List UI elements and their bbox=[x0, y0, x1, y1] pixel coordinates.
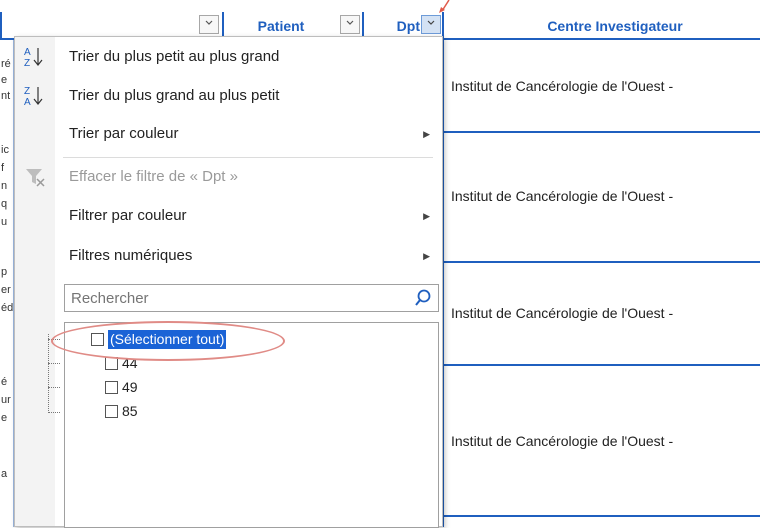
cell-fragment: ré bbox=[1, 58, 11, 70]
centre-cell[interactable]: Institut de Cancérologie de l'Ouest - bbox=[451, 188, 673, 204]
centre-cell[interactable]: Institut de Cancérologie de l'Ouest - bbox=[451, 433, 673, 449]
chevron-down-icon bbox=[346, 20, 354, 25]
cell-fragment: nt bbox=[1, 90, 11, 102]
submenu-arrow-icon: ▶ bbox=[423, 211, 430, 221]
clear-filter-label: Effacer le filtre de « Dpt » bbox=[69, 168, 238, 185]
submenu-arrow-icon: ▶ bbox=[423, 129, 430, 139]
magnifier-icon[interactable] bbox=[414, 289, 432, 307]
sort-descending-label: Trier du plus grand au plus petit bbox=[69, 87, 280, 104]
cell-fragment: a bbox=[1, 468, 8, 480]
row-divider bbox=[440, 131, 760, 133]
sort-by-color-item[interactable]: Trier par couleur ▶ bbox=[15, 119, 442, 149]
value-checkbox[interactable] bbox=[105, 381, 118, 394]
menu-separator bbox=[63, 157, 433, 158]
cell-fragment: e bbox=[1, 74, 8, 86]
centre-cell[interactable]: Institut de Cancérologie de l'Ouest - bbox=[451, 305, 673, 321]
cell-fragment: er bbox=[1, 284, 11, 296]
centre-cell[interactable]: Institut de Cancérologie de l'Ouest - bbox=[451, 78, 673, 94]
sort-ascending-label: Trier du plus petit au plus grand bbox=[69, 48, 280, 65]
svg-text:A: A bbox=[24, 97, 31, 108]
chevron-down-icon bbox=[427, 20, 435, 25]
dpt-filter-button[interactable] bbox=[421, 15, 441, 34]
tree-connector bbox=[48, 363, 60, 364]
chevron-down-icon bbox=[205, 20, 213, 25]
svg-text:Z: Z bbox=[24, 58, 30, 69]
cell-fragment: ur bbox=[1, 394, 11, 406]
sort-descending-item[interactable]: Z A Trier du plus grand au plus petit bbox=[15, 81, 442, 111]
tree-connector bbox=[48, 334, 49, 413]
autofilter-dropdown-panel: A Z Trier du plus petit au plus grand Z … bbox=[14, 36, 443, 528]
red-arrow-icon bbox=[439, 0, 450, 13]
cell-fragment: é bbox=[1, 376, 8, 388]
cell-fragment: éd bbox=[1, 302, 14, 314]
highlight-annotation bbox=[51, 321, 285, 361]
filter-by-color-label: Filtrer par couleur bbox=[69, 207, 187, 224]
clear-filter-icon bbox=[26, 169, 45, 187]
submenu-arrow-icon: ▶ bbox=[423, 251, 430, 261]
patient-filter-button[interactable] bbox=[340, 15, 360, 34]
column-header-row: Patient Dpt Centre Investigateur bbox=[0, 0, 760, 40]
cell-fragment: e bbox=[1, 412, 8, 424]
numeric-filters-item[interactable]: Filtres numériques ▶ bbox=[15, 241, 442, 271]
sort-ascending-item[interactable]: A Z Trier du plus petit au plus grand bbox=[15, 42, 442, 72]
cell-fragment: f bbox=[1, 162, 5, 174]
cell-fragment: ic bbox=[1, 144, 9, 156]
row-divider bbox=[440, 364, 760, 366]
filter-dropdown-button[interactable] bbox=[199, 15, 219, 34]
column-divider bbox=[0, 12, 2, 40]
cell-fragment: n bbox=[1, 180, 8, 192]
sort-ascending-icon: A Z bbox=[24, 47, 43, 69]
patient-column-header: Patient bbox=[257, 18, 305, 34]
centre-column-header: Centre Investigateur bbox=[547, 18, 683, 34]
row-divider bbox=[440, 515, 760, 517]
value-label: 85 bbox=[122, 403, 138, 419]
search-box[interactable] bbox=[64, 284, 439, 312]
tree-connector bbox=[48, 387, 60, 388]
cell-fragment: q bbox=[1, 198, 8, 210]
cell-fragment: u bbox=[1, 216, 8, 228]
tree-connector bbox=[48, 412, 60, 413]
numeric-filters-label: Filtres numériques bbox=[69, 247, 193, 264]
sort-descending-icon: Z A bbox=[24, 86, 43, 108]
row-divider bbox=[440, 261, 760, 263]
dpt-column-header: Dpt bbox=[396, 18, 420, 34]
filter-by-color-item[interactable]: Filtrer par couleur ▶ bbox=[15, 201, 442, 231]
svg-text:A: A bbox=[24, 47, 31, 58]
cell-fragment: p bbox=[1, 266, 8, 278]
svg-text:Z: Z bbox=[24, 86, 30, 97]
sort-by-color-label: Trier par couleur bbox=[69, 125, 179, 142]
clear-filter-item[interactable]: Effacer le filtre de « Dpt » bbox=[15, 162, 442, 192]
search-input[interactable] bbox=[69, 287, 409, 309]
value-label: 49 bbox=[122, 379, 138, 395]
value-checkbox[interactable] bbox=[105, 405, 118, 418]
left-column-fragment: ré e nt ic f n q u p er éd é ur e a bbox=[0, 40, 14, 527]
